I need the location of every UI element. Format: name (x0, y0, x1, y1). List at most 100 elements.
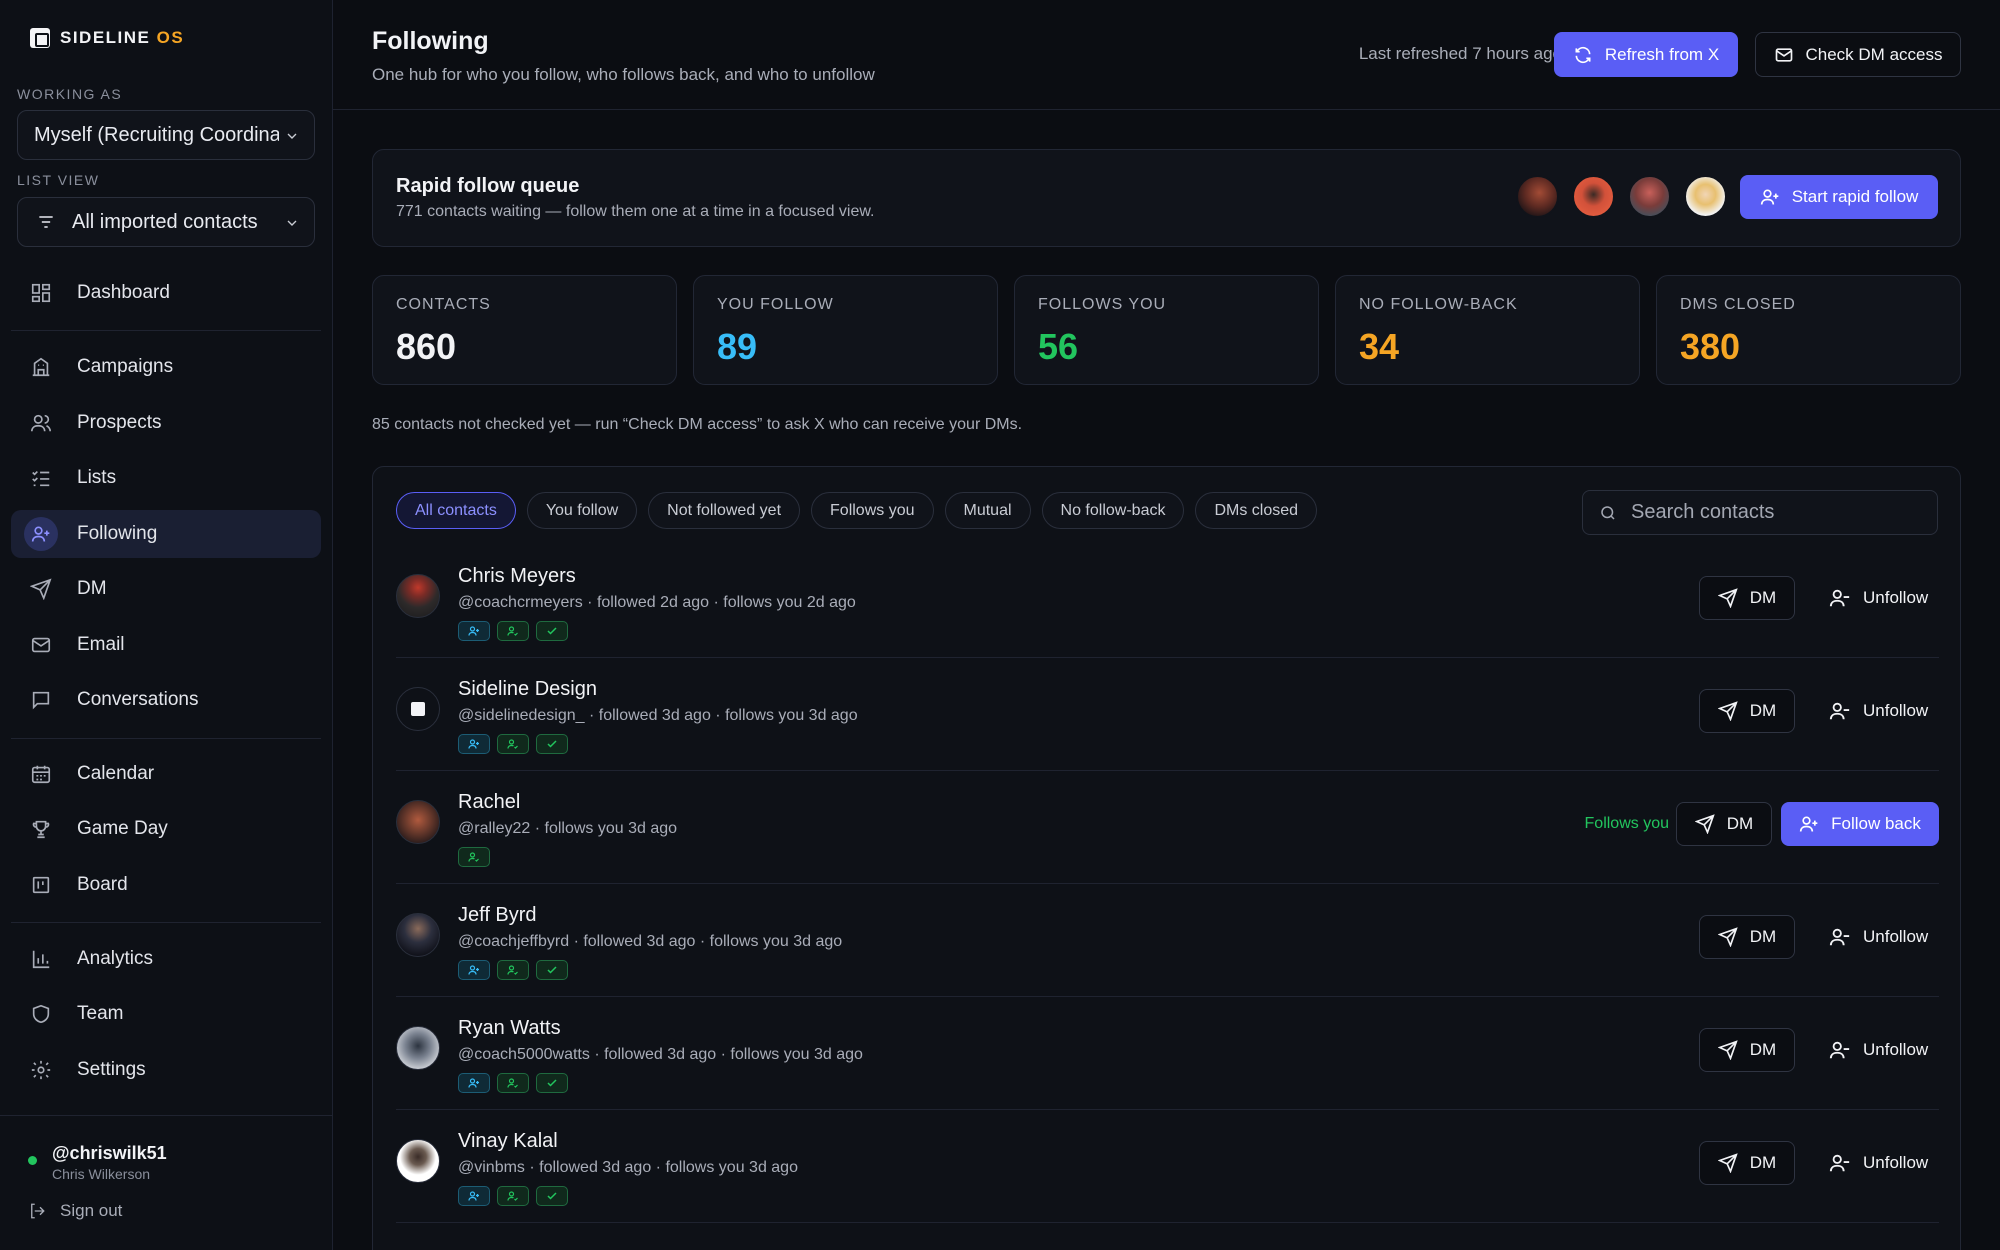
unfollow-button[interactable]: Unfollow (1819, 1141, 1939, 1185)
sign-out-label: Sign out (60, 1201, 123, 1220)
you-follow-badge-icon (458, 960, 490, 980)
working-as-select[interactable]: Myself (Recruiting Coordinator) (17, 110, 315, 160)
dm-label: DM (1749, 701, 1777, 720)
refresh-from-x-button[interactable]: Refresh from X (1554, 32, 1738, 77)
dm-button[interactable]: DM (1676, 802, 1772, 846)
status-badges (458, 621, 568, 641)
sidebar-item-label: Calendar (77, 763, 155, 784)
avatar (1684, 175, 1727, 218)
dm-open-check-icon (536, 1073, 568, 1093)
sidebar-item-email[interactable]: Email (11, 621, 321, 669)
sidebar-item-calendar[interactable]: Calendar (11, 750, 321, 798)
contact-name[interactable]: Sideline Design (458, 678, 597, 701)
stat-label: DMS CLOSED (1680, 296, 1796, 313)
contact-name[interactable]: Vinay Kalal (458, 1130, 558, 1153)
sign-out-button[interactable]: Sign out (28, 1201, 122, 1221)
contact-name[interactable]: Jeff Byrd (458, 904, 537, 927)
calendar-icon (29, 762, 53, 786)
stat-card-contacts: CONTACTS 860 (372, 275, 677, 385)
stat-value: 380 (1680, 326, 1741, 367)
sidebar-item-settings[interactable]: Settings (11, 1046, 321, 1094)
follows-you-badge-icon (497, 1186, 529, 1206)
working-as-value: Myself (Recruiting Coordinator) (34, 123, 279, 146)
you-follow-badge-icon (458, 734, 490, 754)
filter-not-followed-yet[interactable]: Not followed yet (648, 492, 801, 529)
unfollow-button[interactable]: Unfollow (1819, 689, 1939, 733)
building-icon (29, 355, 53, 379)
list-view-select[interactable]: All imported contacts (17, 197, 315, 247)
sidebar-item-campaigns[interactable]: Campaigns (11, 343, 321, 391)
status-badges (458, 1073, 568, 1093)
sidebar-item-game-day[interactable]: Game Day (11, 805, 321, 853)
filter-all-contacts[interactable]: All contacts (396, 492, 516, 529)
refresh-label: Refresh from X (1604, 44, 1720, 64)
avatar[interactable] (396, 913, 440, 957)
unfollow-label: Unfollow (1863, 1040, 1929, 1059)
follow-back-button[interactable]: Follow back (1781, 802, 1939, 846)
contact-row: Chris Meyers @coachcrmeyers · followed 2… (396, 545, 1939, 658)
sidebar-item-dm[interactable]: DM (11, 565, 321, 613)
status-badges (458, 1186, 568, 1206)
filter-follows-you[interactable]: Follows you (811, 492, 934, 529)
brand-name: SIDELINE (60, 28, 151, 47)
dm-label: DM (1749, 1040, 1777, 1059)
start-rapid-follow-button[interactable]: Start rapid follow (1740, 175, 1938, 219)
you-follow-badge-icon (458, 1073, 490, 1093)
avatar[interactable] (396, 800, 440, 844)
dm-button[interactable]: DM (1699, 1028, 1795, 1072)
stat-label: YOU FOLLOW (717, 296, 834, 313)
check-dm-access-button[interactable]: Check DM access (1755, 32, 1961, 77)
start-rapid-label: Start rapid follow (1791, 187, 1919, 206)
status-badges (458, 734, 568, 754)
follows-you-badge-icon (497, 1073, 529, 1093)
contact-row: Jeff Byrd @coachjeffbyrd · followed 3d a… (396, 884, 1939, 997)
user-panel: @chriswilk51 Chris Wilkerson Sign out (0, 1115, 333, 1250)
unfollow-button[interactable]: Unfollow (1819, 576, 1939, 620)
contact-row: Vinay Kalal @vinbms · followed 3d ago · … (396, 1110, 1939, 1223)
last-refreshed-text: Last refreshed 7 hours ago (1358, 44, 1562, 63)
users-icon (29, 411, 53, 435)
search-input[interactable] (1631, 501, 1911, 524)
contact-name[interactable]: Chris Meyers (458, 565, 576, 588)
filter-no-follow-back[interactable]: No follow-back (1041, 492, 1185, 529)
sidebar-item-lists[interactable]: Lists (11, 454, 321, 502)
sidebar-item-board[interactable]: Board (11, 861, 321, 909)
avatar[interactable] (396, 1026, 440, 1070)
sidebar-item-label: Email (77, 634, 125, 655)
dm-button[interactable]: DM (1699, 689, 1795, 733)
brand-logo[interactable]: SIDELINE OS (30, 28, 184, 48)
status-badges (458, 960, 568, 980)
sidebar-item-label: Analytics (77, 948, 154, 969)
avatar[interactable] (396, 687, 440, 731)
send-icon (1717, 927, 1738, 947)
contact-row: Sideline Design @sidelinedesign_ · follo… (396, 658, 1939, 771)
avatar[interactable] (396, 1139, 440, 1183)
filter-you-follow[interactable]: You follow (526, 492, 638, 529)
list-view-label: LIST VIEW (17, 172, 100, 188)
avatar[interactable] (396, 574, 440, 618)
mail-check-icon (1775, 47, 1792, 62)
contact-meta: @coachcrmeyers · followed 2d ago · follo… (458, 594, 856, 611)
sidebar-item-conversations[interactable]: Conversations (11, 676, 321, 724)
dm-button[interactable]: DM (1699, 1141, 1795, 1185)
rapid-follow-queue: Rapid follow queue 771 contacts waiting … (372, 149, 1961, 247)
unfollow-button[interactable]: Unfollow (1819, 1028, 1939, 1072)
sidebar-item-prospects[interactable]: Prospects (11, 399, 321, 447)
dm-button[interactable]: DM (1699, 576, 1795, 620)
chevron-down-icon (287, 220, 297, 226)
dm-label: DM (1749, 1153, 1777, 1172)
sidebar-item-dashboard[interactable]: Dashboard (11, 269, 321, 317)
sidebar-item-analytics[interactable]: Analytics (11, 935, 321, 983)
filter-dms-closed[interactable]: DMs closed (1195, 492, 1318, 529)
send-icon (29, 577, 53, 601)
bar-chart-icon (29, 947, 53, 971)
contact-name[interactable]: Rachel (458, 791, 520, 814)
dm-button[interactable]: DM (1699, 915, 1795, 959)
filter-mutual[interactable]: Mutual (944, 492, 1031, 529)
unfollow-button[interactable]: Unfollow (1819, 915, 1939, 959)
trophy-icon (29, 817, 53, 841)
sidebar-item-following[interactable]: Following (11, 510, 321, 558)
contact-name[interactable]: Ryan Watts (458, 1017, 561, 1040)
sidebar-item-team[interactable]: Team (11, 990, 321, 1038)
unfollow-label: Unfollow (1863, 588, 1929, 607)
